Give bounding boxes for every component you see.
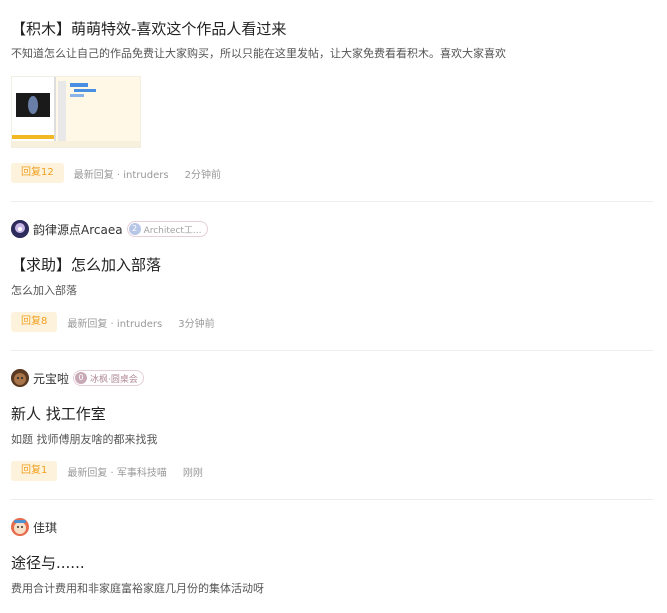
post-time: 2分钟前 <box>184 169 221 181</box>
divider <box>11 350 653 351</box>
post-title[interactable]: 途径与...... <box>11 552 85 573</box>
post-title[interactable]: 新人 找工作室 <box>11 403 106 424</box>
badge-level: 0 <box>75 372 88 384</box>
tribe-badge[interactable]: 2 Architect工... <box>126 221 208 237</box>
post-author[interactable]: 元宝啦 0 冰枫·圆桌会 <box>11 368 144 388</box>
divider <box>11 499 653 500</box>
avatar[interactable] <box>11 518 29 536</box>
latest-reply: 最新回复 · intruders <box>73 169 169 181</box>
avatar[interactable] <box>11 220 29 238</box>
avatar[interactable] <box>11 369 29 387</box>
post-footer: 回复1 最新回复 · 军事科技喵 刚刚 <box>11 461 203 481</box>
author-name[interactable]: 佳琪 <box>33 519 57 536</box>
post-card[interactable]: 【积木】萌萌特效-喜欢这个作品人看过来 不知道怎么让自己的作品免费让大家购买，所… <box>11 0 653 200</box>
post-thumbnail[interactable] <box>11 76 141 148</box>
post-description: 不知道怎么让自己的作品免费让大家购买，所以只能在这里发帖，让大家免费看看积木。喜… <box>11 47 506 60</box>
thumbnail-image <box>12 77 140 147</box>
post-description: 怎么加入部落 <box>11 284 77 297</box>
post-card[interactable]: 元宝啦 0 冰枫·圆桌会 新人 找工作室 如题 找师傅朋友啥的都来找我 回复1 … <box>11 368 653 498</box>
divider <box>11 201 653 202</box>
post-description: 费用合计费用和非家庭富裕家庭几月份的集体活动呀 <box>11 582 264 595</box>
latest-reply: 最新回复 · intruders <box>67 318 163 330</box>
badge-label: 冰枫·圆桌会 <box>90 374 138 385</box>
post-card[interactable]: 佳琪 途径与...... 费用合计费用和非家庭富裕家庭几月份的集体活动呀 <box>11 517 653 613</box>
author-name[interactable]: 元宝啦 <box>33 370 69 387</box>
badge-level: 2 <box>128 223 141 235</box>
reply-count-button[interactable]: 回复1 <box>11 461 58 481</box>
tribe-badge[interactable]: 0 冰枫·圆桌会 <box>73 370 144 386</box>
post-description: 如题 找师傅朋友啥的都来找我 <box>11 433 158 446</box>
badge-label: Architect工... <box>143 225 202 236</box>
author-name[interactable]: 韵律源点Arcaea <box>33 221 123 238</box>
reply-count-button[interactable]: 回复8 <box>11 312 58 332</box>
post-author[interactable]: 韵律源点Arcaea 2 Architect工... <box>11 219 208 239</box>
post-footer: 回复12 最新回复 · intruders 2分钟前 <box>11 163 221 183</box>
reply-count-button[interactable]: 回复12 <box>11 163 64 183</box>
post-card[interactable]: 韵律源点Arcaea 2 Architect工... 【求助】怎么加入部落 怎么… <box>11 219 653 349</box>
latest-reply: 最新回复 · 军事科技喵 <box>67 467 167 479</box>
post-title[interactable]: 【积木】萌萌特效-喜欢这个作品人看过来 <box>11 18 286 39</box>
post-title[interactable]: 【求助】怎么加入部落 <box>11 254 161 275</box>
post-time: 刚刚 <box>182 467 203 479</box>
post-footer: 回复8 最新回复 · intruders 3分钟前 <box>11 312 215 332</box>
post-author[interactable]: 佳琪 <box>11 517 61 537</box>
post-time: 3分钟前 <box>178 318 215 330</box>
